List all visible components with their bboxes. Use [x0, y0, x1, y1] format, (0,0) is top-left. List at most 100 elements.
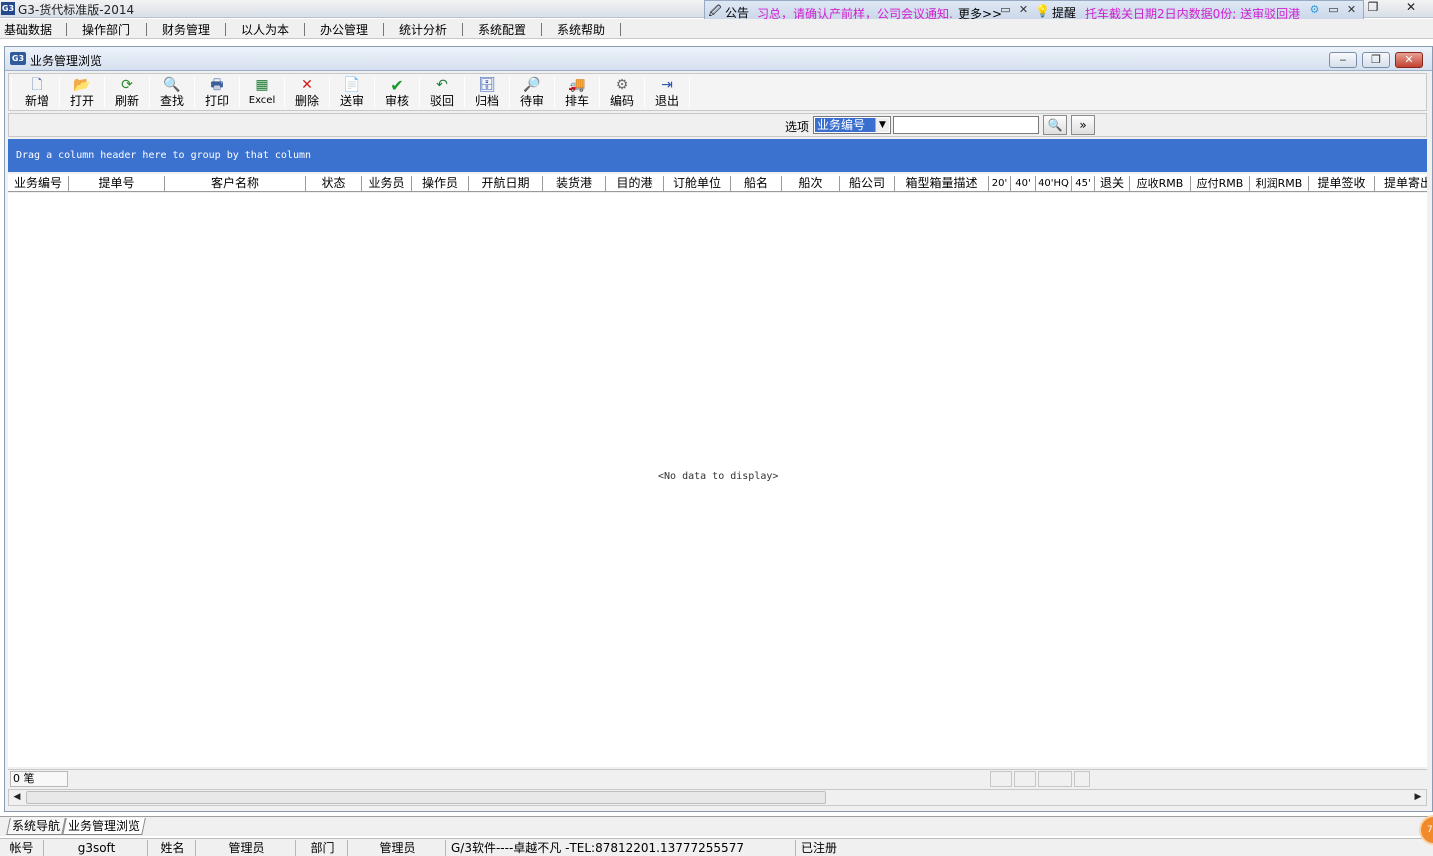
gears-icon: ⚙ — [615, 77, 629, 93]
column-header[interactable]: 箱型箱量描述 — [895, 176, 989, 191]
menu-operations[interactable]: 操作部门 — [78, 21, 134, 38]
column-header[interactable]: 45' — [1072, 176, 1095, 191]
print-button[interactable]: 🖶 打印 — [195, 76, 239, 110]
announcement-close-icon[interactable]: ✕ — [1017, 4, 1030, 16]
column-header[interactable]: 客户名称 — [165, 176, 306, 191]
reminder-close-icon[interactable]: ✕ — [1345, 4, 1358, 16]
exit-button[interactable]: ⇥ 退出 — [645, 76, 689, 110]
expand-options-button[interactable]: » — [1071, 115, 1095, 135]
new-button[interactable]: 🗋 新增 — [15, 76, 59, 110]
scroll-thumb[interactable] — [26, 791, 826, 804]
truck-icon: 🚚 — [568, 77, 586, 93]
data-grid[interactable]: <No data to display> — [8, 193, 1427, 767]
search-options-bar: 选项 业务编号 ▼ 🔍 » — [8, 113, 1427, 137]
child-close-button[interactable]: ✕ — [1395, 52, 1423, 68]
delete-button-label: 删除 — [294, 94, 319, 108]
scroll-right-icon[interactable]: ▶ — [1410, 790, 1426, 805]
column-header[interactable]: 退关 — [1095, 176, 1130, 191]
summary-cell — [1074, 771, 1090, 787]
submit-button-label: 送审 — [339, 94, 364, 108]
tab-label: 业务管理浏览 — [68, 819, 141, 833]
column-header[interactable]: 开航日期 — [469, 176, 543, 191]
group-by-panel[interactable]: Drag a column header here to group by th… — [8, 139, 1427, 172]
excel-icon: ▦ — [255, 77, 269, 93]
child-maximize-button[interactable]: ❐ — [1362, 52, 1390, 68]
menu-help[interactable]: 系统帮助 — [553, 21, 609, 38]
exit-button-label: 退出 — [654, 94, 679, 108]
child-minimize-button[interactable]: ‒ — [1329, 52, 1357, 68]
column-header[interactable]: 船公司 — [840, 176, 895, 191]
search-button[interactable]: 🔍 — [1043, 115, 1067, 135]
approve-button[interactable]: ✔ 审核 — [375, 76, 419, 110]
menu-statistics[interactable]: 统计分析 — [395, 21, 451, 38]
status-registration: 已注册 — [801, 841, 838, 855]
scroll-left-icon[interactable]: ◀ — [9, 790, 25, 805]
settings-gear-icon[interactable]: ⚙ — [1308, 4, 1321, 16]
window-close-icon[interactable]: ✕ — [1402, 0, 1420, 14]
no-data-message: <No data to display> — [658, 471, 779, 482]
grid-summary-footer: 0 笔 — [8, 769, 1427, 787]
group-by-hint: Drag a column header here to group by th… — [16, 150, 312, 161]
menu-people[interactable]: 以人为本 — [237, 21, 293, 38]
column-header[interactable]: 业务编号 — [8, 176, 69, 191]
option-field-select[interactable]: 业务编号 ▼ — [813, 116, 891, 134]
open-folder-icon: 📂 — [73, 77, 91, 93]
column-header[interactable]: 订舱单位 — [664, 176, 731, 191]
dispatch-truck-button[interactable]: 🚚 排车 — [555, 76, 599, 110]
column-header[interactable]: 20' — [989, 176, 1011, 191]
dropdown-arrow-icon[interactable]: ▼ — [875, 118, 889, 132]
delete-button[interactable]: ✕ 删除 — [285, 76, 329, 110]
refresh-button[interactable]: ⟳ 刷新 — [105, 76, 149, 110]
column-header[interactable]: 提单签收 — [1309, 176, 1375, 191]
tab-label: 系统导航 — [12, 819, 61, 833]
archive-button[interactable]: 🗄 归档 — [465, 76, 509, 110]
open-button[interactable]: 📂 打开 — [60, 76, 104, 110]
column-header[interactable]: 操作员 — [412, 176, 469, 191]
reject-undo-icon: ↶ — [436, 77, 448, 93]
menu-system-config[interactable]: 系统配置 — [474, 21, 530, 38]
horizontal-scrollbar[interactable]: ◀ ▶ — [8, 789, 1427, 806]
column-header[interactable]: 装货港 — [543, 176, 606, 191]
excel-button[interactable]: ▦ Excel — [240, 76, 284, 110]
column-header[interactable]: 业务员 — [362, 176, 412, 191]
reminder-restore-icon[interactable]: ▭ — [1327, 4, 1340, 16]
archive-button-label: 归档 — [474, 94, 499, 108]
menu-office[interactable]: 办公管理 — [316, 21, 372, 38]
search-input[interactable] — [893, 116, 1039, 134]
coding-button[interactable]: ⚙ 编码 — [600, 76, 644, 110]
column-header[interactable]: 状态 — [306, 176, 362, 191]
toolbar: 🗋 新增 📂 打开 ⟳ 刷新 🔍 查找 🖶 打印 ▦ Excel ✕ 删除 📄 … — [8, 73, 1427, 111]
window-tab-bar: 系统导航 业务管理浏览 — [0, 816, 1433, 836]
column-header[interactable]: 船名 — [731, 176, 782, 191]
submit-button[interactable]: 📄 送审 — [330, 76, 374, 110]
column-header[interactable]: 提单寄出 — [1375, 176, 1427, 191]
tab-system-navigation[interactable]: 系统导航 — [6, 818, 66, 835]
column-header[interactable]: 40'HQ — [1036, 176, 1072, 191]
column-header[interactable]: 目的港 — [606, 176, 664, 191]
child-window-logo: G3 — [10, 52, 26, 65]
option-field-selected: 业务编号 — [815, 118, 875, 132]
column-header[interactable]: 船次 — [782, 176, 840, 191]
reject-button[interactable]: ↶ 驳回 — [420, 76, 464, 110]
app-logo: G3 — [1, 2, 15, 15]
find-button[interactable]: 🔍 查找 — [150, 76, 194, 110]
menu-separator — [225, 23, 226, 36]
tab-business-browse[interactable]: 业务管理浏览 — [62, 818, 146, 835]
column-header[interactable]: 应收RMB — [1130, 176, 1191, 191]
new-button-label: 新增 — [24, 94, 49, 108]
open-button-label: 打开 — [69, 94, 94, 108]
status-name-label: 姓名 — [150, 840, 196, 856]
column-header[interactable]: 40' — [1011, 176, 1036, 191]
menu-basic-data[interactable]: 基础数据 — [0, 21, 56, 38]
announcement-restore-icon[interactable]: ▭ — [999, 4, 1012, 16]
pending-button[interactable]: 🔎 待审 — [510, 76, 554, 110]
window-restore-icon[interactable]: ❐ — [1364, 0, 1382, 14]
column-header[interactable]: 利润RMB — [1250, 176, 1309, 191]
coding-button-label: 编码 — [609, 94, 634, 108]
approve-button-label: 审核 — [384, 94, 409, 108]
column-header[interactable]: 提单号 — [69, 176, 165, 191]
pending-button-label: 待审 — [519, 94, 544, 108]
menu-finance[interactable]: 财务管理 — [158, 21, 214, 38]
search-icon: 🔍 — [163, 77, 181, 93]
column-header[interactable]: 应付RMB — [1191, 176, 1250, 191]
